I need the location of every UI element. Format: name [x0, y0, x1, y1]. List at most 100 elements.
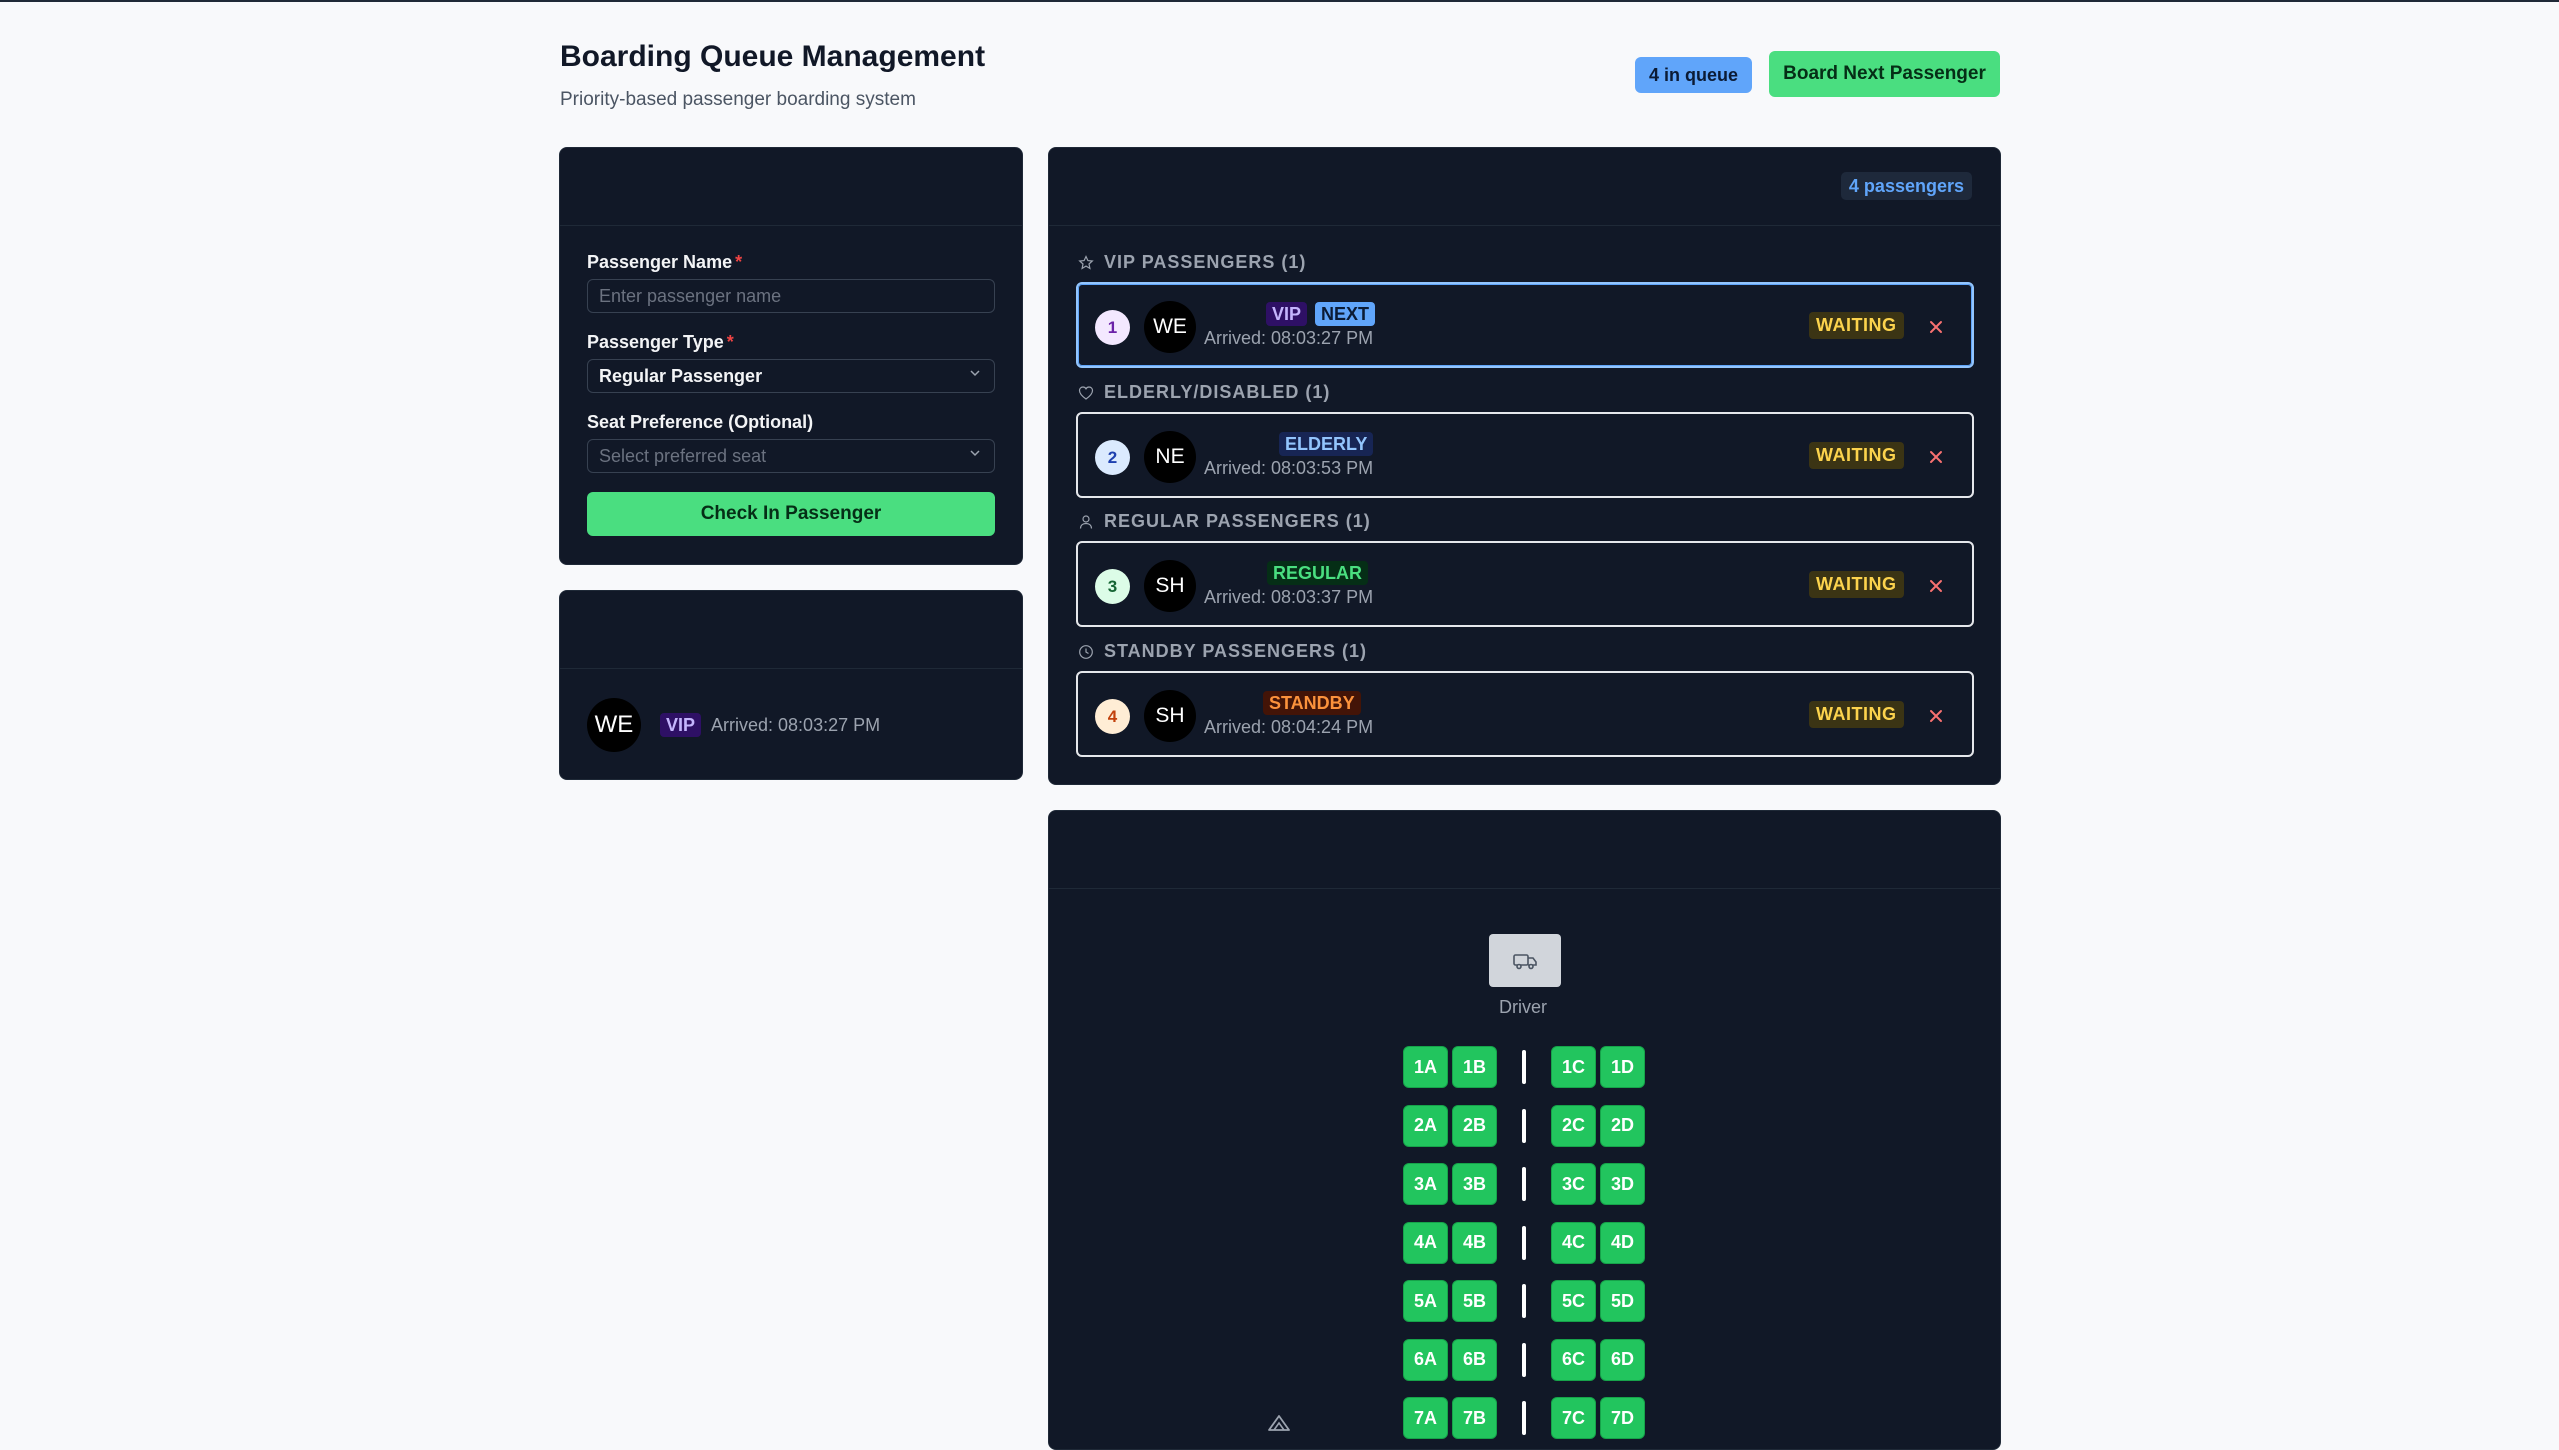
clock-icon — [1079, 644, 1093, 659]
seat-preference-placeholder: Select preferred seat — [599, 445, 767, 466]
arrived-time: Arrived: 08:03:53 PM — [1204, 458, 1374, 478]
avatar: SH — [1144, 690, 1196, 742]
chevron-down-icon — [970, 370, 980, 377]
tag-list: STANDBY — [1263, 691, 1361, 715]
next-tag: NEXT — [1315, 302, 1376, 326]
seat-6d[interactable]: 6D — [1600, 1338, 1645, 1381]
group-label-standby: STANDBY PASSENGERS (1) — [1078, 641, 1367, 662]
aisle-divider — [1522, 1225, 1526, 1260]
seat-4d[interactable]: 4D — [1600, 1221, 1645, 1264]
tag-list: ELDERLY — [1279, 432, 1374, 456]
queue-card[interactable]: 4 SH STANDBY Arrived: 08:04:24 PM WAITIN… — [1076, 671, 1974, 757]
queue-card[interactable]: 2 NE ELDERLY Arrived: 08:03:53 PM WAITIN… — [1076, 412, 1974, 498]
next-passenger-panel-header — [560, 591, 1022, 669]
elderly-tag: ELDERLY — [1279, 432, 1374, 456]
seat-2b[interactable]: 2B — [1452, 1104, 1497, 1147]
seat-4c[interactable]: 4C — [1551, 1221, 1596, 1264]
check-in-button[interactable]: Check In Passenger — [587, 492, 995, 536]
queue-position: 4 — [1095, 699, 1130, 734]
seat-4b[interactable]: 4B — [1452, 1221, 1497, 1264]
seat-3a[interactable]: 3A — [1403, 1163, 1448, 1205]
seat-7b[interactable]: 7B — [1452, 1397, 1497, 1439]
queue-card[interactable]: 3 SH REGULAR Arrived: 08:03:37 PM WAITIN… — [1076, 541, 1974, 627]
seat-7d[interactable]: 7D — [1600, 1397, 1645, 1439]
close-icon[interactable] — [1925, 705, 1947, 727]
regular-tag: REGULAR — [1267, 561, 1368, 585]
next-passenger-row: WE VIP Arrived: 08:03:27 PM — [587, 698, 880, 752]
close-icon[interactable] — [1925, 575, 1947, 597]
vip-tag: VIP — [660, 713, 702, 737]
tag-list: VIP NEXT — [1266, 302, 1376, 326]
seat-map-panel: Driver 1A 1B 1C 1D 2A 2B 2C 2D 3A 3B 3C 3D 4A 4B 4C 4D 5… — [1048, 810, 2001, 1450]
passenger-type-select[interactable]: Regular Passenger — [587, 359, 995, 393]
seat-5c[interactable]: 5C — [1551, 1280, 1596, 1322]
queue-position: 1 — [1095, 310, 1130, 345]
seat-4a[interactable]: 4A — [1403, 1221, 1448, 1264]
seat-2c[interactable]: 2C — [1551, 1104, 1596, 1147]
aisle-divider — [1522, 1401, 1526, 1435]
arrived-time: Arrived: 08:03:27 PM — [1204, 328, 1374, 348]
close-icon[interactable] — [1925, 316, 1947, 338]
standby-tag: STANDBY — [1263, 691, 1361, 715]
seat-1a[interactable]: 1A — [1403, 1046, 1448, 1088]
required-mark: * — [735, 252, 743, 272]
vip-tag: VIP — [1266, 302, 1308, 326]
next-passenger-panel: WE VIP Arrived: 08:03:27 PM — [559, 590, 1023, 780]
seat-6c[interactable]: 6C — [1551, 1338, 1596, 1381]
driver-seat — [1489, 934, 1561, 987]
seat-6b[interactable]: 6B — [1452, 1338, 1497, 1381]
avatar: SH — [1144, 560, 1196, 612]
arrived-time: Arrived: 08:03:37 PM — [1204, 587, 1374, 607]
page-title: Boarding Queue Management — [560, 40, 986, 73]
heart-icon — [1078, 385, 1094, 400]
seat-2d[interactable]: 2D — [1600, 1104, 1645, 1147]
board-next-button[interactable]: Board Next Passenger — [1769, 51, 2000, 97]
queue-count-badge: 4 in queue — [1635, 57, 1753, 93]
status-badge: WAITING — [1809, 701, 1904, 728]
seat-1b[interactable]: 1B — [1452, 1046, 1497, 1088]
group-label-vip: VIP PASSENGERS (1) — [1078, 252, 1306, 273]
driver-label: Driver — [1499, 997, 1547, 1017]
aisle-divider — [1522, 1342, 1526, 1377]
seat-1d[interactable]: 1D — [1600, 1046, 1645, 1088]
avatar: WE — [587, 698, 641, 752]
queue-panel: 4 passengers VIP PASSENGERS (1) 1 WE VIP… — [1048, 147, 2001, 785]
aisle-divider — [1522, 1284, 1526, 1318]
avatar: NE — [1144, 431, 1196, 483]
status-badge: WAITING — [1809, 442, 1904, 469]
passenger-name-label: Passenger Name * — [587, 252, 743, 272]
seat-3c[interactable]: 3C — [1551, 1163, 1596, 1205]
required-mark: * — [726, 332, 734, 352]
page-subtitle: Priority-based passenger boarding system — [560, 89, 916, 110]
user-icon — [1079, 514, 1093, 529]
seat-5b[interactable]: 5B — [1452, 1280, 1497, 1322]
seat-preference-label: Seat Preference (Optional) — [587, 412, 814, 432]
seat-preference-select[interactable]: Select preferred seat — [587, 439, 995, 473]
seat-2a[interactable]: 2A — [1403, 1104, 1448, 1147]
seat-1c[interactable]: 1C — [1551, 1046, 1596, 1088]
check-in-panel-header — [560, 148, 1022, 226]
queue-card[interactable]: 1 WE VIP NEXT Arrived: 08:03:27 PM WAITI… — [1076, 282, 1974, 368]
passenger-count-pill: 4 passengers — [1840, 172, 1972, 200]
seat-7c[interactable]: 7C — [1551, 1397, 1596, 1439]
arrived-time: Arrived: 08:03:27 PM — [711, 714, 881, 735]
seat-3d[interactable]: 3D — [1600, 1163, 1645, 1205]
status-badge: WAITING — [1809, 312, 1904, 339]
top-border — [0, 0, 2559, 2]
star-icon — [1078, 254, 1094, 270]
passenger-type-label: Passenger Type * — [587, 332, 734, 352]
check-in-panel: Passenger Name * Enter passenger name Pas… — [559, 147, 1023, 565]
queue-position: 3 — [1095, 569, 1130, 604]
chevron-down-icon — [970, 450, 980, 457]
triangle-icon[interactable] — [1266, 1412, 1292, 1434]
seat-5d[interactable]: 5D — [1600, 1280, 1645, 1322]
bus-icon — [1513, 953, 1537, 969]
close-icon[interactable] — [1925, 446, 1947, 468]
status-badge: WAITING — [1809, 571, 1904, 598]
seat-5a[interactable]: 5A — [1403, 1280, 1448, 1322]
passenger-name-input[interactable]: Enter passenger name — [587, 279, 995, 313]
seat-6a[interactable]: 6A — [1403, 1338, 1448, 1381]
seat-3b[interactable]: 3B — [1452, 1163, 1497, 1205]
seat-7a[interactable]: 7A — [1403, 1397, 1448, 1439]
aisle-divider — [1522, 1108, 1526, 1143]
